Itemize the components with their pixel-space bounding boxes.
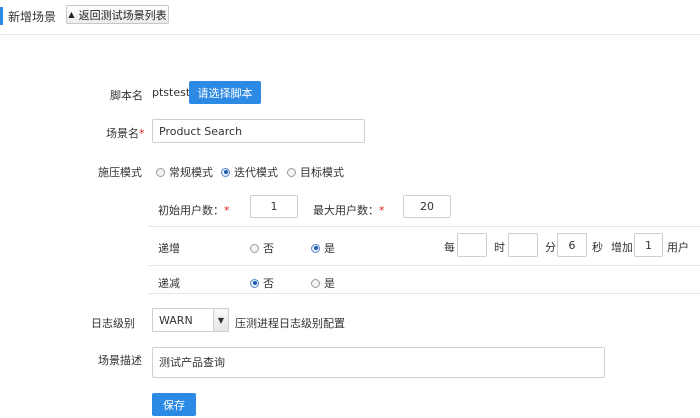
ramp-down-yes-radio[interactable] [311, 278, 320, 288]
arrow-up-icon: ▲ [68, 10, 75, 19]
log-level-select[interactable]: WARN ▼ [152, 308, 229, 332]
mode-option-target[interactable]: 目标模式 [287, 164, 344, 180]
page-title: 新增场景 [8, 10, 57, 24]
log-level-label: 日志级别 [91, 317, 135, 330]
initial-users-label-text: 初始用户数： [158, 204, 224, 217]
mode-normal-label: 常规模式 [169, 166, 213, 179]
script-name-value: ptstest [152, 86, 191, 99]
seconds-unit-label: 秒 [592, 241, 603, 254]
mode-target-radio[interactable] [287, 167, 296, 177]
max-users-label: 最大用户数：* [313, 202, 385, 218]
seconds-input[interactable]: 6 [557, 233, 587, 257]
script-label: 脚本名 [110, 89, 143, 102]
divider [148, 293, 700, 294]
increase-label: 增加 [611, 241, 633, 254]
ramp-up-option-no[interactable]: 否 [250, 240, 274, 256]
ramp-down-option-yes[interactable]: 是 [311, 275, 335, 291]
mode-iteration-radio[interactable] [221, 167, 230, 177]
ramp-down-label: 递减 [158, 277, 180, 290]
mode-option-iteration[interactable]: 迭代模式 [221, 164, 278, 180]
description-textarea[interactable]: 测试产品查询 [152, 347, 605, 378]
log-level-hint: 压测进程日志级别配置 [235, 317, 345, 330]
ramp-down-yes-label: 是 [324, 277, 335, 290]
divider [148, 265, 700, 266]
top-bar: 新增场景 ▲ 返回测试场景列表 [0, 0, 700, 35]
initial-users-input[interactable]: 1 [250, 195, 298, 218]
ramp-up-option-yes[interactable]: 是 [311, 240, 335, 256]
max-users-label-text: 最大用户数： [313, 204, 379, 217]
user-unit-label: 用户 [667, 241, 689, 254]
description-label: 场景描述 [98, 354, 142, 367]
chevron-down-icon[interactable]: ▼ [213, 309, 228, 331]
mode-target-label: 目标模式 [300, 166, 344, 179]
required-mark: * [224, 204, 230, 217]
mode-option-normal[interactable]: 常规模式 [156, 164, 213, 180]
mode-normal-radio[interactable] [156, 167, 165, 177]
back-to-scene-list-button[interactable]: ▲ 返回测试场景列表 [66, 5, 169, 24]
hours-unit-label: 时 [494, 241, 505, 254]
save-button[interactable]: 保存 [152, 393, 196, 416]
ramp-down-no-label: 否 [263, 277, 274, 290]
ramp-down-option-no[interactable]: 否 [250, 275, 274, 291]
scene-name-input[interactable]: Product Search [152, 119, 365, 143]
choose-script-button[interactable]: 请选择脚本 [189, 81, 261, 104]
scene-name-label-text: 场景名 [106, 127, 139, 140]
title-accent-bar [0, 7, 3, 25]
ramp-up-yes-label: 是 [324, 242, 335, 255]
ramp-up-no-label: 否 [263, 242, 274, 255]
max-users-input[interactable]: 20 [403, 195, 451, 218]
mode-label: 施压模式 [98, 166, 142, 179]
mode-iteration-label: 迭代模式 [234, 166, 278, 179]
required-mark: * [379, 204, 385, 217]
log-level-value: WARN [159, 313, 193, 327]
minutes-input[interactable] [508, 233, 538, 257]
every-label: 每 [444, 241, 455, 254]
initial-users-label: 初始用户数：* [158, 202, 230, 218]
ramp-down-no-radio[interactable] [250, 278, 259, 288]
required-mark: * [139, 127, 145, 140]
back-button-label: 返回测试场景列表 [78, 8, 167, 22]
scene-name-label: 场景名* [106, 125, 145, 141]
minutes-unit-label: 分 [545, 241, 556, 254]
ramp-up-yes-radio[interactable] [311, 243, 320, 253]
divider [148, 226, 700, 227]
ramp-up-label: 递增 [158, 242, 180, 255]
ramp-up-no-radio[interactable] [250, 243, 259, 253]
hours-input[interactable] [457, 233, 487, 257]
increase-users-input[interactable]: 1 [634, 233, 663, 257]
